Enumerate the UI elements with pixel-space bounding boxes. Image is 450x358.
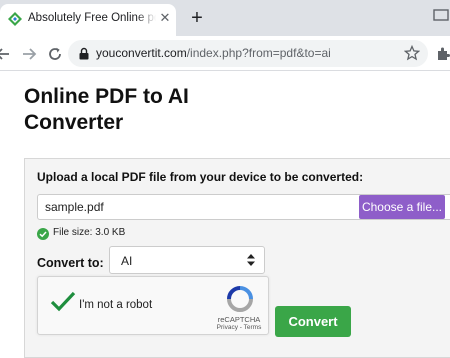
close-icon[interactable]: ✕ [158,11,172,25]
url-path: /index.php?from=pdf&to=ai [186,46,331,60]
back-arrow-icon[interactable] [0,45,12,63]
converter-panel: Upload a local PDF file from your device… [24,158,450,358]
address-bar[interactable]: youconvertit.com/index.php?from=pdf&to=a… [68,40,428,67]
browser-tab-strip: Absolutely Free Online pdf to ai Convert… [0,0,450,36]
convert-to-value: AI [121,254,133,268]
choose-file-button[interactable]: Choose a file... [359,195,445,219]
recaptcha-brand: reCAPTCHA [217,315,261,324]
tab-title: Absolutely Free Online pdf to ai Convert… [28,12,156,24]
select-arrows-icon [247,254,255,266]
window-control-icon[interactable] [432,6,450,24]
url-host: youconvertit.com [96,46,187,60]
url-text[interactable]: youconvertit.com/index.php?from=pdf&to=a… [96,46,331,60]
lock-icon[interactable] [79,47,89,60]
upload-label: Upload a local PDF file from your device… [37,170,364,184]
browser-tab[interactable]: Absolutely Free Online pdf to ai Convert… [0,4,176,36]
convert-to-select[interactable]: AI [109,246,265,274]
forward-arrow-icon[interactable] [20,45,38,63]
checkmark-icon[interactable] [50,290,76,312]
recaptcha-links[interactable]: Privacy - Terms [206,324,272,331]
convert-to-label: Convert to: [37,256,104,270]
browser-toolbar: youconvertit.com/index.php?from=pdf&to=a… [0,36,450,71]
recaptcha-logo-icon [227,286,253,312]
star-icon[interactable] [404,45,420,61]
reload-icon[interactable] [46,45,64,63]
extensions-icon[interactable] [436,45,450,61]
captcha-label: I'm not a robot [79,299,153,311]
recaptcha-widget[interactable]: I'm not a robot reCAPTCHA Privacy - Term… [37,276,269,335]
youconvertit-logo-icon [8,12,22,26]
check-circle-icon [37,228,49,240]
file-size-text: File size: 3.0 KB [53,227,126,238]
new-tab-button[interactable]: + [187,8,207,28]
convert-button[interactable]: Convert [275,306,351,337]
page-title: Online PDF to AI Converter [24,85,189,134]
file-name: sample.pdf [45,200,104,214]
